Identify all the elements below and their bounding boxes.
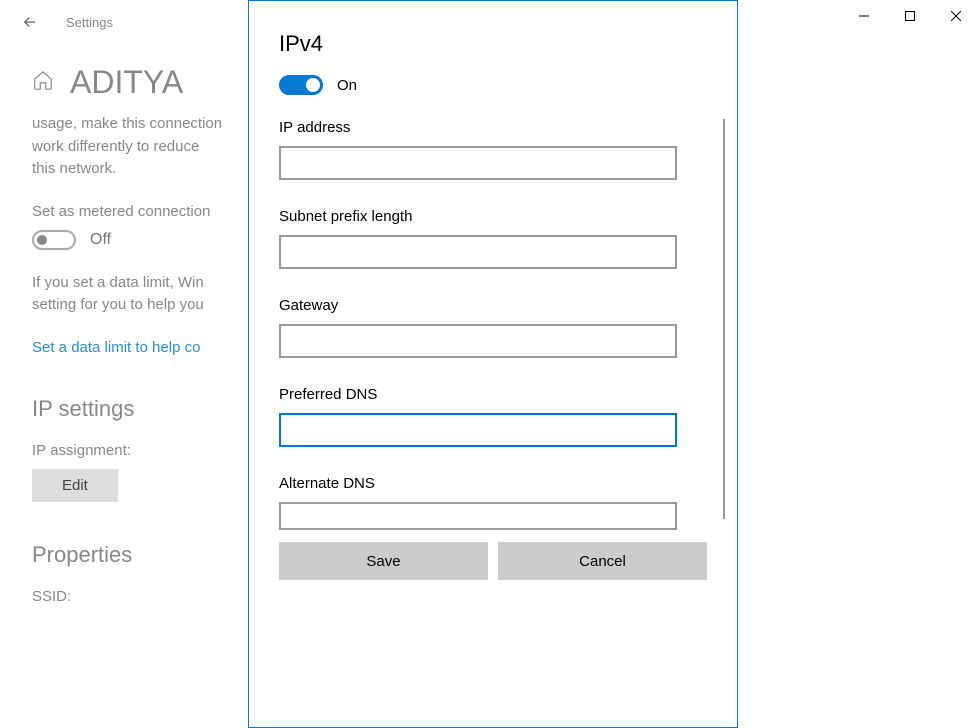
ip-address-label: IP address (279, 119, 707, 136)
ipv4-toggle[interactable] (279, 75, 323, 95)
cancel-button[interactable]: Cancel (498, 542, 707, 580)
dialog-scroll-area: IP address Subnet prefix length Gateway … (279, 119, 707, 530)
alternate-dns-input[interactable] (279, 502, 677, 530)
ipv4-toggle-row: On (279, 75, 707, 95)
dialog-title: IPv4 (279, 31, 707, 57)
scrollbar[interactable] (723, 119, 725, 519)
preferred-dns-field: Preferred DNS (279, 386, 707, 447)
app-title: Settings (66, 15, 113, 30)
subnet-field: Subnet prefix length (279, 208, 707, 269)
save-button[interactable]: Save (279, 542, 488, 580)
gateway-input[interactable] (279, 324, 677, 358)
ip-address-input[interactable] (279, 146, 677, 180)
ip-address-field: IP address (279, 119, 707, 180)
preferred-dns-input[interactable] (279, 413, 677, 447)
metered-toggle[interactable] (32, 230, 76, 250)
alternate-dns-label: Alternate DNS (279, 475, 707, 492)
subnet-label: Subnet prefix length (279, 208, 707, 225)
page-title: ADITYA (70, 64, 183, 101)
metered-toggle-state: Off (90, 231, 111, 249)
alternate-dns-field: Alternate DNS (279, 475, 707, 530)
gateway-field: Gateway (279, 297, 707, 358)
preferred-dns-label: Preferred DNS (279, 386, 707, 403)
close-button[interactable] (933, 0, 979, 32)
minimize-button[interactable] (841, 0, 887, 32)
title-bar (841, 0, 979, 32)
home-icon[interactable] (32, 69, 54, 97)
edit-button[interactable]: Edit (32, 469, 118, 502)
back-arrow-icon[interactable] (18, 10, 42, 34)
gateway-label: Gateway (279, 297, 707, 314)
ipv4-dialog: IPv4 On IP address Subnet prefix length … (248, 0, 738, 728)
maximize-button[interactable] (887, 0, 933, 32)
dialog-button-row: Save Cancel (279, 542, 707, 580)
subnet-input[interactable] (279, 235, 677, 269)
ipv4-toggle-state: On (337, 77, 357, 94)
